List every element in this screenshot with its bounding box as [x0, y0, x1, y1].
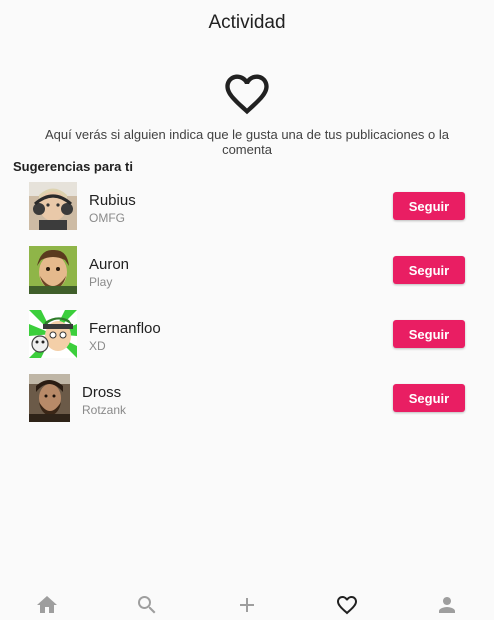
bottom-navigation — [0, 588, 494, 620]
suggestion-row: Dross Rotzank Seguir — [0, 374, 494, 422]
suggestion-subtitle: OMFG — [89, 211, 125, 225]
suggestions-title: Sugerencias para ti — [13, 159, 133, 174]
suggestion-row: Rubius OMFG Seguir — [0, 182, 494, 230]
suggestion-name[interactable]: Auron — [89, 256, 129, 273]
follow-button[interactable]: Seguir — [393, 320, 465, 348]
empty-activity-message: Aquí verás si alguien indica que le gust… — [45, 127, 449, 157]
follow-button[interactable]: Seguir — [393, 384, 465, 412]
suggestion-name[interactable]: Fernanfloo — [89, 320, 161, 337]
add-icon[interactable] — [235, 593, 259, 617]
profile-icon[interactable] — [435, 593, 459, 617]
avatar[interactable] — [29, 182, 77, 230]
suggestion-subtitle: Play — [89, 275, 113, 289]
suggestion-subtitle: XD — [89, 339, 106, 353]
suggestion-row: Auron Play Seguir — [0, 246, 494, 294]
follow-button[interactable]: Seguir — [393, 192, 465, 220]
home-icon[interactable] — [35, 593, 59, 617]
suggestion-name[interactable]: Rubius — [89, 192, 136, 209]
heart-icon[interactable] — [335, 593, 359, 617]
avatar[interactable] — [29, 374, 70, 422]
heart-outline-icon — [225, 74, 269, 115]
suggestion-subtitle: Rotzank — [82, 403, 127, 417]
suggestion-name[interactable]: Dross — [82, 384, 121, 401]
search-icon[interactable] — [135, 593, 159, 617]
suggestion-row: Fernanfloo XD Seguir — [0, 310, 494, 358]
avatar[interactable] — [29, 310, 77, 358]
page-title: Actividad — [208, 12, 286, 33]
follow-button[interactable]: Seguir — [393, 256, 465, 284]
avatar[interactable] — [29, 246, 77, 294]
